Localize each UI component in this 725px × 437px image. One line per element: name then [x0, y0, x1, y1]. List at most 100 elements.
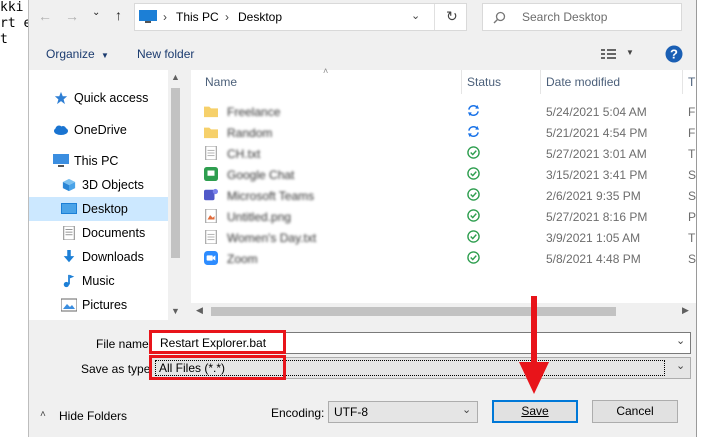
file-row[interactable]: Women's Day.txt 3/9/2021 1:05 AM T: [191, 227, 696, 248]
encoding-label: Encoding:: [271, 406, 325, 420]
nav-scrollbar[interactable]: ▲ ▼: [168, 70, 183, 320]
file-name: Zoom: [227, 252, 258, 266]
nav-label: Documents: [82, 226, 146, 240]
help-icon[interactable]: ?: [665, 45, 683, 63]
forward-arrow-icon[interactable]: →: [65, 8, 79, 24]
file-name-label: File name:: [96, 337, 153, 351]
address-bar[interactable]: › This PC › Desktop ⌄ ↻: [134, 3, 467, 31]
teams-icon: [204, 188, 218, 201]
breadcrumb-separator-icon: ›: [225, 10, 229, 24]
save-label: Save: [521, 404, 549, 418]
nav-item-pictures[interactable]: Pictures: [29, 293, 168, 317]
file-date: 3/9/2021 1:05 AM: [546, 231, 641, 245]
available-status-icon: [467, 251, 480, 264]
file-row[interactable]: Freelance 5/24/2021 5:04 AM F: [191, 101, 696, 122]
toolbar: Organize ▼ New folder ▼ ?: [29, 38, 696, 70]
nav-label: Desktop: [82, 202, 128, 216]
organize-label: Organize: [46, 47, 95, 61]
save-type-dropdown-icon[interactable]: ⌄: [676, 359, 685, 372]
column-header-type[interactable]: T: [688, 70, 695, 94]
file-type: F: [688, 126, 696, 140]
encoding-dropdown-icon[interactable]: ⌄: [462, 403, 471, 416]
file-row[interactable]: Random 5/21/2021 4:54 PM F: [191, 122, 696, 143]
column-header-status[interactable]: Status: [467, 70, 501, 94]
address-divider: [434, 4, 435, 30]
file-type: T: [688, 147, 696, 161]
nav-item-3d-objects[interactable]: 3D Objects: [29, 173, 168, 197]
file-row[interactable]: Google Chat 3/15/2021 3:41 PM S: [191, 164, 696, 185]
file-date: 2/6/2021 9:35 PM: [546, 189, 641, 203]
file-name: Random: [227, 126, 273, 140]
nav-item-quick-access[interactable]: Quick access: [29, 86, 168, 110]
search-placeholder[interactable]: Search Desktop: [522, 10, 607, 24]
address-dropdown-icon[interactable]: ⌄: [411, 9, 420, 22]
search-box[interactable]: Search Desktop: [482, 3, 682, 31]
scroll-left-icon[interactable]: ◀: [196, 305, 203, 316]
file-row[interactable]: Untitled.png 5/27/2021 8:16 PM P: [191, 206, 696, 227]
file-name-highlight: [149, 330, 286, 354]
nav-item-onedrive[interactable]: OneDrive: [29, 118, 168, 142]
file-row[interactable]: Microsoft Teams 2/6/2021 9:35 PM S: [191, 185, 696, 206]
svg-text:?: ?: [670, 47, 678, 62]
nav-item-documents[interactable]: Documents: [29, 221, 168, 245]
file-name: Freelance: [227, 105, 281, 119]
nav-label: Quick access: [74, 91, 149, 105]
nav-item-this-pc[interactable]: This PC: [29, 149, 168, 173]
file-date: 3/15/2021 3:41 PM: [546, 168, 648, 182]
scroll-up-icon[interactable]: ▲: [171, 72, 180, 82]
sort-chevron-icon: ˄: [323, 66, 329, 76]
nav-label: 3D Objects: [82, 178, 144, 192]
chevron-down-icon: ▼: [101, 51, 109, 60]
column-divider: [461, 70, 462, 94]
breadcrumb-desktop[interactable]: Desktop: [238, 10, 282, 24]
file-name: Women's Day.txt: [227, 231, 317, 245]
breadcrumb-this-pc[interactable]: This PC: [176, 10, 219, 24]
document-icon: [63, 226, 75, 240]
file-name: CH.txt: [227, 147, 261, 161]
folder-icon: [204, 106, 218, 118]
file-row[interactable]: Zoom 5/8/2021 4:48 PM S: [191, 248, 696, 269]
nav-label: This PC: [74, 154, 119, 168]
star-icon: [54, 91, 68, 105]
notepad-line: t: [0, 32, 8, 47]
hide-folders-button[interactable]: Hide Folders: [59, 409, 127, 423]
available-status-icon: [467, 188, 480, 201]
file-date: 5/24/2021 5:04 AM: [546, 105, 647, 119]
back-arrow-icon[interactable]: ←: [38, 8, 52, 24]
file-name: Untitled.png: [227, 210, 292, 224]
view-dropdown-icon[interactable]: ▼: [626, 48, 634, 57]
nav-item-downloads[interactable]: Downloads: [29, 245, 168, 269]
cancel-button[interactable]: Cancel: [592, 400, 678, 423]
refresh-icon[interactable]: ↻: [446, 8, 458, 25]
new-folder-button[interactable]: New folder: [137, 47, 194, 61]
file-type: T: [688, 231, 696, 245]
search-icon: [493, 11, 506, 24]
file-name-dropdown-icon[interactable]: ⌄: [676, 334, 685, 347]
horizontal-scrollbar[interactable]: ◀ ▶: [191, 303, 696, 320]
nav-item-desktop[interactable]: Desktop: [29, 197, 168, 221]
file-date: 5/21/2021 4:54 PM: [546, 126, 648, 140]
scroll-right-icon[interactable]: ▶: [682, 305, 689, 316]
organize-button[interactable]: Organize ▼: [46, 47, 109, 61]
column-header-date[interactable]: Date modified: [546, 70, 620, 94]
up-arrow-icon[interactable]: ↑: [115, 7, 122, 23]
file-type: F: [688, 105, 696, 119]
recent-dropdown-icon[interactable]: ⌄: [92, 7, 100, 18]
google-chat-icon: [204, 167, 218, 181]
nav-scroll-thumb[interactable]: [171, 88, 180, 258]
navigation-pane: Quick access OneDrive This PC 3D Objects…: [29, 70, 183, 320]
hscroll-thumb[interactable]: [211, 307, 616, 316]
file-row[interactable]: CH.txt 5/27/2021 3:01 AM T: [191, 143, 696, 164]
encoding-value[interactable]: UTF-8: [334, 405, 368, 419]
save-dialog: ← → ⌄ ↑ › This PC › Desktop ⌄ ↻ Search D…: [28, 0, 697, 437]
music-icon: [63, 274, 75, 288]
scroll-down-icon[interactable]: ▼: [171, 306, 180, 316]
nav-item-music[interactable]: Music: [29, 269, 168, 293]
save-button[interactable]: Save: [492, 400, 578, 423]
column-divider: [540, 70, 541, 94]
column-header-name[interactable]: Name: [205, 70, 237, 94]
encoding-select[interactable]: UTF-8 ⌄: [328, 401, 478, 423]
view-options-icon[interactable]: [601, 48, 617, 60]
available-status-icon: [467, 209, 480, 222]
chevron-up-icon[interactable]: ˄: [40, 409, 46, 420]
